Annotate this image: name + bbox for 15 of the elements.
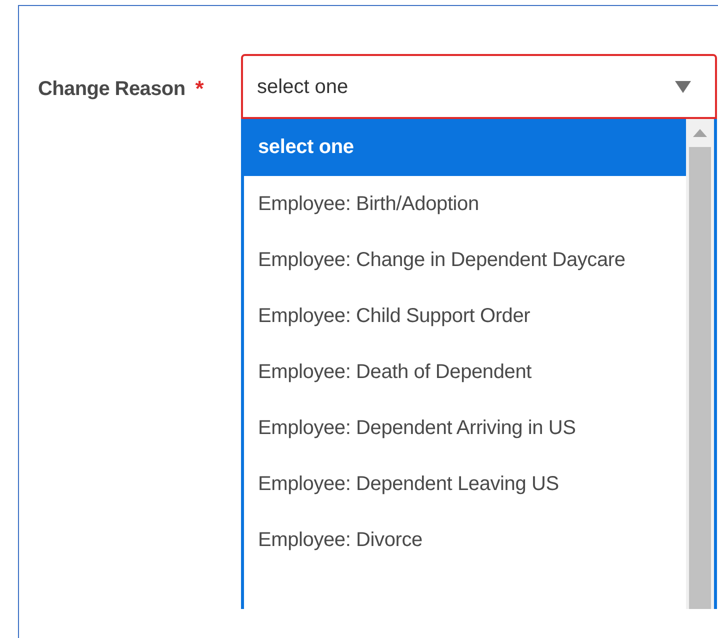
field-label: Change Reason [38, 76, 186, 102]
dropdown-option[interactable]: Employee: Death of Dependent [244, 344, 686, 400]
dropdown-option[interactable]: Employee: Dependent Arriving in US [244, 400, 686, 456]
dropdown-option[interactable]: Employee: Dependent Leaving US [244, 456, 686, 512]
scroll-up-icon[interactable] [693, 129, 707, 137]
dropdown-option[interactable]: select one [244, 119, 686, 176]
select-field[interactable]: select one [241, 54, 717, 119]
scrollbar[interactable] [686, 119, 714, 609]
dropdown-option[interactable]: Employee: Change in Dependent Daycare [244, 232, 686, 288]
dropdown-option[interactable]: Employee: Child Support Order [244, 288, 686, 344]
required-mark: * [195, 75, 204, 103]
dropdown-option[interactable]: Employee: Birth/Adoption [244, 176, 686, 232]
dropdown-arrow-icon [675, 80, 691, 92]
scrollbar-thumb[interactable] [689, 147, 711, 609]
dropdown-option[interactable]: Employee: Divorce [244, 512, 686, 568]
